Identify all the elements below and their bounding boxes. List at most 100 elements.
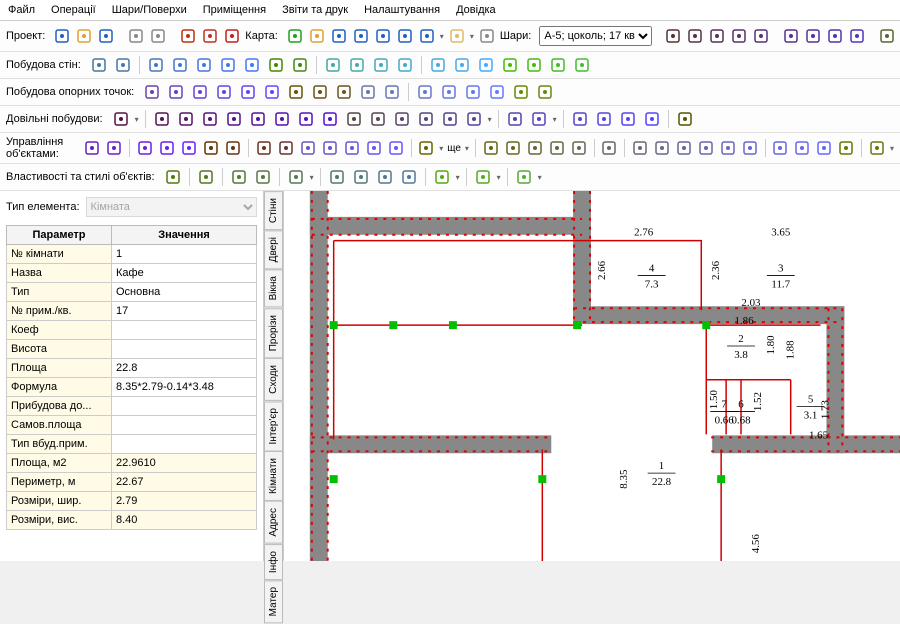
zoommode-icon[interactable]	[418, 26, 436, 46]
a6-icon[interactable]	[218, 55, 238, 75]
menu-Операції[interactable]: Операції	[51, 4, 96, 16]
o2-icon[interactable]	[105, 138, 123, 158]
o4-icon[interactable]	[158, 138, 176, 158]
oi-icon[interactable]	[526, 138, 544, 158]
save-icon[interactable]	[97, 26, 115, 46]
f6-icon[interactable]	[248, 109, 268, 129]
f5-icon[interactable]	[224, 109, 244, 129]
table-row[interactable]: Самов.площа	[7, 416, 257, 435]
p7-icon[interactable]	[286, 82, 306, 102]
on-icon[interactable]	[653, 138, 671, 158]
vtab-Кімнати[interactable]: Кімнати	[264, 451, 283, 501]
ol-icon[interactable]	[600, 138, 618, 158]
copy-icon[interactable]	[127, 26, 145, 46]
a3-icon[interactable]	[146, 55, 166, 75]
vtab-Вікна[interactable]: Вікна	[264, 269, 283, 307]
fj-icon[interactable]	[594, 109, 614, 129]
o6-icon[interactable]	[202, 138, 220, 158]
table-row[interactable]: Розміри, вис.8.40	[7, 511, 257, 530]
fa-icon[interactable]	[344, 109, 364, 129]
g3-icon[interactable]	[708, 26, 726, 46]
i6-icon[interactable]	[327, 167, 347, 187]
table-row[interactable]: Коеф	[7, 321, 257, 340]
g6-icon[interactable]	[782, 26, 800, 46]
a4-icon[interactable]	[170, 55, 190, 75]
ic-icon[interactable]	[514, 167, 534, 187]
menu-Файл[interactable]: Файл	[8, 4, 35, 16]
i8-icon[interactable]	[375, 167, 395, 187]
f3-icon[interactable]	[176, 109, 196, 129]
g4-icon[interactable]	[730, 26, 748, 46]
f9-icon[interactable]	[320, 109, 340, 129]
table-row[interactable]: Прибудова до...	[7, 397, 257, 416]
zoomfit-icon[interactable]	[374, 26, 392, 46]
vtab-Інтер'єр[interactable]: Інтер'єр	[264, 401, 283, 451]
vtab-Двері[interactable]: Двері	[264, 230, 283, 269]
ref2-icon[interactable]	[201, 26, 219, 46]
ph-icon[interactable]	[535, 82, 555, 102]
g5-icon[interactable]	[752, 26, 770, 46]
p1-icon[interactable]	[142, 82, 162, 102]
f1-icon[interactable]	[111, 109, 131, 129]
f7-icon[interactable]	[272, 109, 292, 129]
a5-icon[interactable]	[194, 55, 214, 75]
p6-icon[interactable]	[262, 82, 282, 102]
open-icon[interactable]	[75, 26, 93, 46]
fc-icon[interactable]	[392, 109, 412, 129]
ot-icon[interactable]	[793, 138, 811, 158]
oe-icon[interactable]	[387, 138, 405, 158]
ag-icon[interactable]	[476, 55, 496, 75]
ab-icon[interactable]	[347, 55, 367, 75]
vtab-Прорізи[interactable]: Прорізи	[264, 308, 283, 358]
table-row[interactable]: Площа, м222.9610	[7, 454, 257, 473]
i1-icon[interactable]	[163, 167, 183, 187]
layers-select[interactable]: А-5; цоколь; 17 кв	[539, 26, 652, 46]
vtab-Адрес[interactable]: Адрес	[264, 501, 283, 544]
menu-Довідка[interactable]: Довідка	[456, 4, 496, 16]
ad-icon[interactable]	[395, 55, 415, 75]
i4-icon[interactable]	[253, 167, 273, 187]
i9-icon[interactable]	[399, 167, 419, 187]
aa-icon[interactable]	[323, 55, 343, 75]
p3-icon[interactable]	[190, 82, 210, 102]
ga-icon[interactable]	[878, 26, 896, 46]
pg-icon[interactable]	[511, 82, 531, 102]
p2-icon[interactable]	[166, 82, 186, 102]
menu-Налаштування[interactable]: Налаштування	[364, 4, 440, 16]
pc-icon[interactable]	[415, 82, 435, 102]
hand-icon[interactable]	[308, 26, 326, 46]
table-row[interactable]: НазваКафе	[7, 264, 257, 283]
ou-icon[interactable]	[815, 138, 833, 158]
f2-icon[interactable]	[152, 109, 172, 129]
aj-icon[interactable]	[548, 55, 568, 75]
or-icon[interactable]	[741, 138, 759, 158]
i5-icon[interactable]	[286, 167, 306, 187]
af-icon[interactable]	[452, 55, 472, 75]
g8-icon[interactable]	[826, 26, 844, 46]
ff-icon[interactable]	[464, 109, 484, 129]
ai-icon[interactable]	[524, 55, 544, 75]
oc-icon[interactable]	[343, 138, 361, 158]
g7-icon[interactable]	[804, 26, 822, 46]
zoomin-icon[interactable]	[330, 26, 348, 46]
table-row[interactable]: Площа22.8	[7, 359, 257, 378]
pf-icon[interactable]	[487, 82, 507, 102]
fd-icon[interactable]	[416, 109, 436, 129]
new-icon[interactable]	[53, 26, 71, 46]
target-icon[interactable]	[223, 26, 241, 46]
vtab-Сходи[interactable]: Сходи	[264, 358, 283, 401]
table-row[interactable]: ТипОсновна	[7, 283, 257, 302]
oa-icon[interactable]	[299, 138, 317, 158]
fl-icon[interactable]	[642, 109, 662, 129]
o7-icon[interactable]	[224, 138, 242, 158]
dropdown-arrow-icon[interactable]: ▾	[465, 144, 469, 153]
element-type-select[interactable]: Кімната	[86, 197, 257, 217]
ok-icon[interactable]	[570, 138, 588, 158]
o3-icon[interactable]	[136, 138, 154, 158]
fk-icon[interactable]	[618, 109, 638, 129]
o9-icon[interactable]	[277, 138, 295, 158]
table-row[interactable]: Розміри, шир.2.79	[7, 492, 257, 511]
a2-icon[interactable]	[113, 55, 133, 75]
vtab-Матер[interactable]: Матер	[264, 580, 283, 623]
i7-icon[interactable]	[351, 167, 371, 187]
